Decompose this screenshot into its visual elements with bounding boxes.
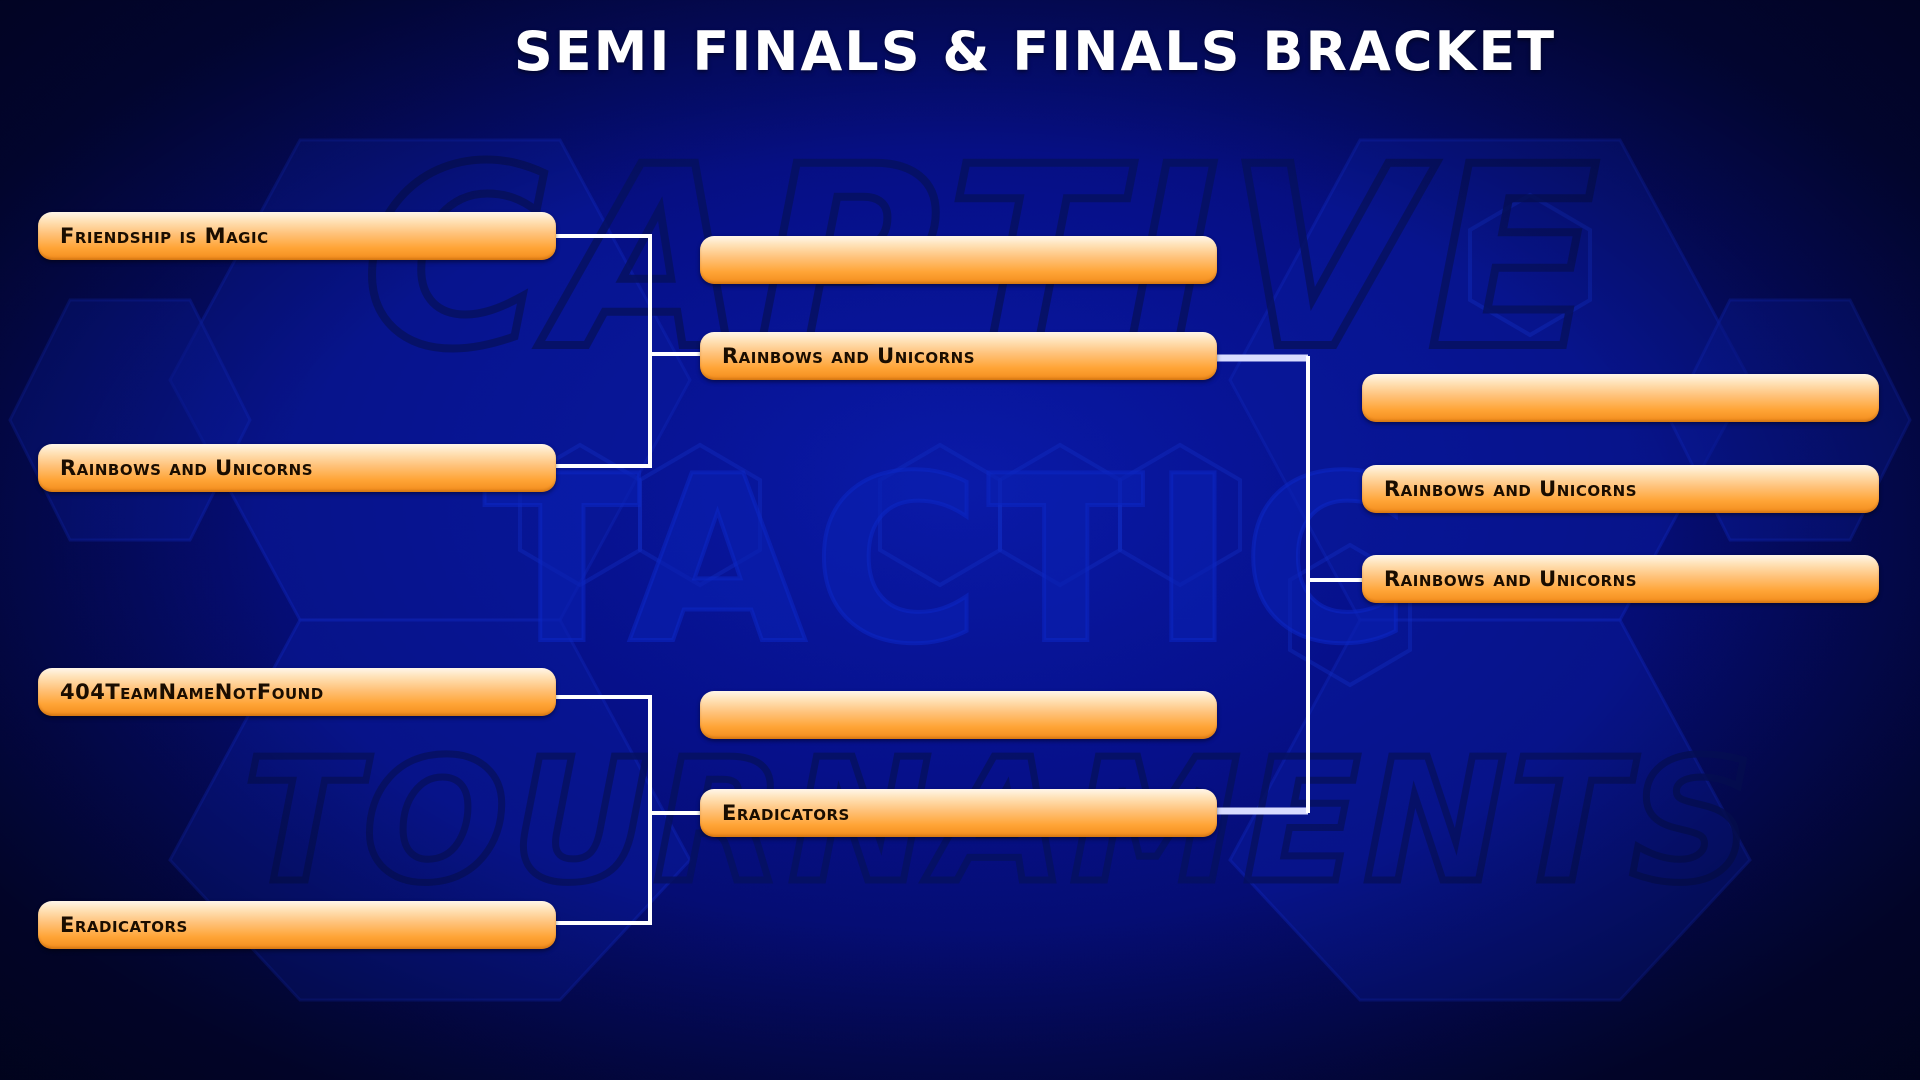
round2-slot-4[interactable]: Eradicators	[700, 789, 1217, 837]
finals-slot-3[interactable]: Rainbows and Unicorns	[1362, 555, 1879, 603]
team-name: Rainbows and Unicorns	[1384, 477, 1638, 501]
team-name: Rainbows and Unicorns	[1384, 567, 1638, 591]
watermark-line2: TACTIC	[483, 428, 1416, 695]
round2-slot-1[interactable]	[700, 236, 1217, 284]
page-title: SEMI FINALS & FINALS BRACKET	[513, 20, 1557, 83]
team-name: Rainbows and Unicorns	[60, 456, 314, 480]
connector-bottom-lower	[556, 695, 652, 925]
team-name: Friendship is Magic	[60, 224, 269, 248]
semifinal-slot-4[interactable]: Eradicators	[38, 901, 556, 949]
finals-slot-2[interactable]: Rainbows and Unicorns	[1362, 465, 1879, 513]
team-name: Eradicators	[60, 913, 188, 937]
connector-top-upper	[556, 234, 652, 468]
finals-slot-1[interactable]	[1362, 374, 1879, 422]
team-name: 404TeamNameNotFound	[60, 680, 324, 704]
round2-slot-3[interactable]	[700, 691, 1217, 739]
semifinal-slot-2[interactable]: Rainbows and Unicorns	[38, 444, 556, 492]
semifinal-slot-3[interactable]: 404TeamNameNotFound	[38, 668, 556, 716]
semifinal-slot-1[interactable]: Friendship is Magic	[38, 212, 556, 260]
team-name: Eradicators	[722, 801, 850, 825]
round2-slot-2[interactable]: Rainbows and Unicorns	[700, 332, 1217, 380]
team-name: Rainbows and Unicorns	[722, 344, 976, 368]
